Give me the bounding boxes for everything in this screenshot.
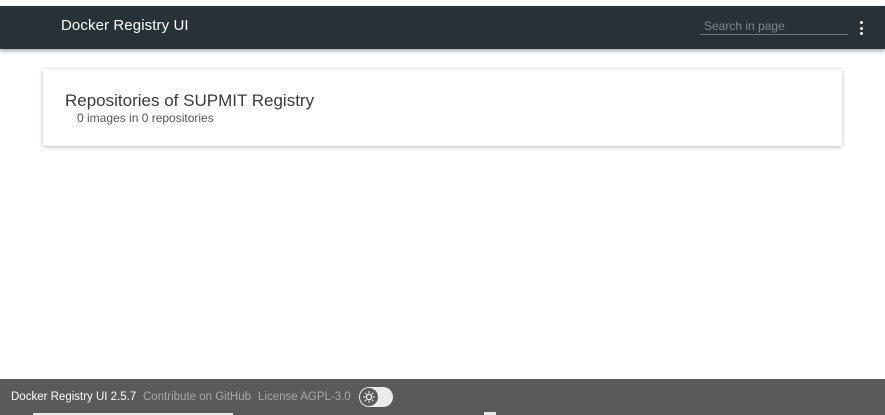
search-input[interactable] — [700, 18, 848, 35]
app-header: Docker Registry UI — [0, 6, 885, 49]
card-title: Repositories of SUPMIT Registry — [65, 91, 315, 110]
license-link[interactable]: License AGPL-3.0 — [258, 391, 351, 403]
card-subtitle: 0 images in 0 repositories — [77, 111, 214, 125]
footer-version-label: Docker Registry UI 2.5.7 — [11, 391, 137, 403]
github-link[interactable]: Contribute on GitHub — [143, 391, 251, 403]
sun-icon — [363, 391, 375, 403]
toggle-knob — [360, 388, 378, 406]
app-title[interactable]: Docker Registry UI — [61, 17, 189, 34]
footer: Docker Registry UI 2.5.7 Contribute on G… — [0, 379, 885, 415]
more-menu-button[interactable] — [852, 18, 870, 38]
theme-toggle[interactable] — [359, 387, 393, 407]
repositories-card: Repositories of SUPMIT Registry 0 images… — [43, 69, 842, 146]
